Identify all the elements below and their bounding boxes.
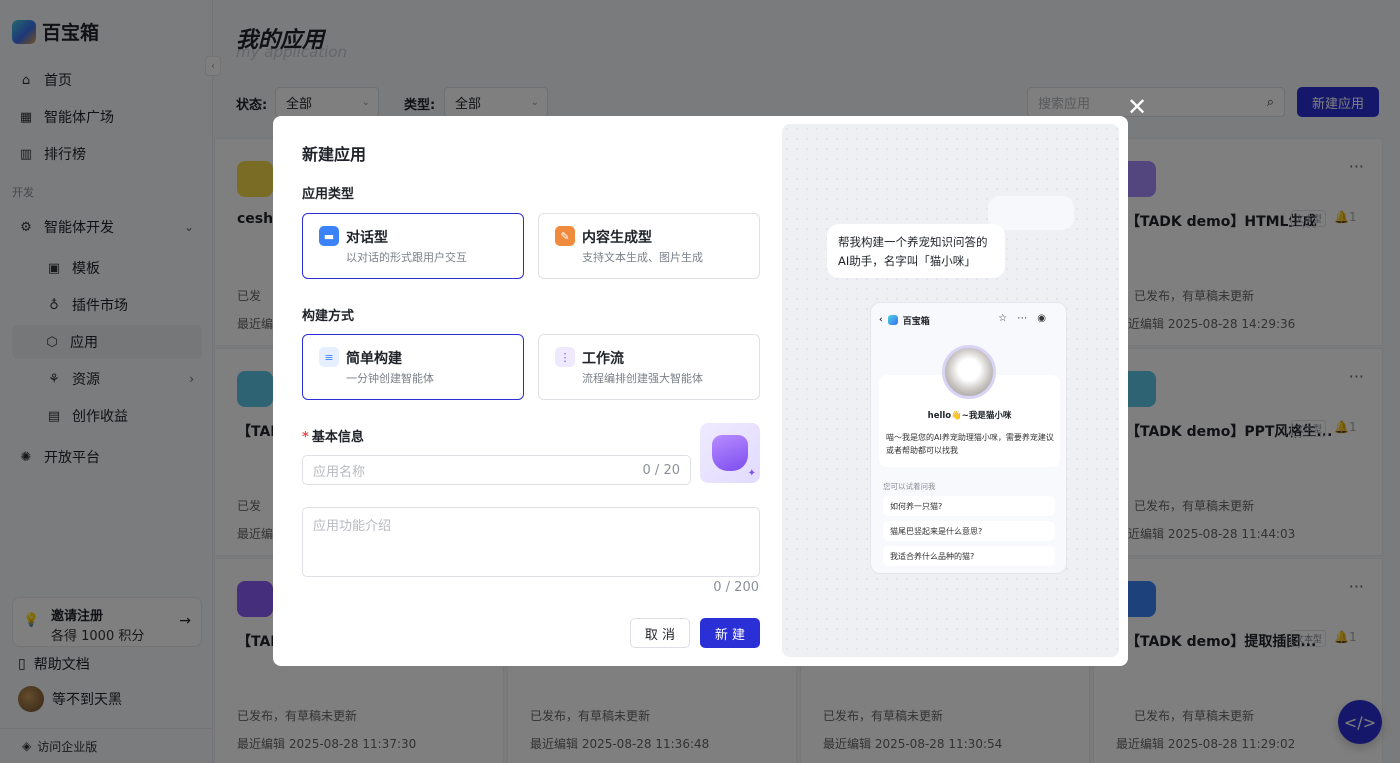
option-desc: 支持文本生成、图片生成 xyxy=(582,251,703,264)
phone-try-label: 您可以试着问我 xyxy=(883,482,936,491)
desc-char-count: 0 / 200 xyxy=(713,580,759,595)
create-button[interactable]: 新 建 xyxy=(700,618,760,648)
option-desc: 以对话的形式跟用户交互 xyxy=(346,251,467,264)
blank-bubble xyxy=(988,196,1074,230)
dialog-title: 新建应用 xyxy=(302,145,367,164)
phone-mockup: ‹ 百宝箱 ☆⋯◉ hello👋~我是猫小咪 喵～我是您的AI养宠助理猫小咪，需… xyxy=(870,302,1067,574)
preview-panel: 帮我构建一个养宠知识问答的AI助手，名字叫「猫小咪」 ‹ 百宝箱 ☆⋯◉ hel… xyxy=(782,124,1119,657)
desc-placeholder: 应用功能介绍 xyxy=(313,519,392,534)
prompt-bubble: 帮我构建一个养宠知识问答的AI助手，名字叫「猫小咪」 xyxy=(827,224,1005,278)
app-name-input[interactable]: 应用名称 0 / 20 xyxy=(302,455,691,485)
app-type-label: 应用类型 xyxy=(302,187,355,202)
close-icon[interactable]: ✕ xyxy=(1127,93,1147,121)
chat-icon: ▬ xyxy=(319,226,339,246)
suggested-question: 猫尾巴竖起来是什么意思? xyxy=(883,521,1055,541)
type-option-content[interactable]: ✎ 内容生成型 支持文本生成、图片生成 xyxy=(538,213,760,279)
sparkle-icon: ✦ xyxy=(747,468,756,479)
app-avatar-icon xyxy=(712,435,748,471)
phone-logo-icon xyxy=(887,315,898,325)
suggested-question: 如何养一只猫? xyxy=(883,496,1055,516)
type-option-chat[interactable]: ▬ 对话型 以对话的形式跟用户交互 xyxy=(302,213,524,279)
build-option-simple[interactable]: ≡ 简单构建 一分钟创建智能体 xyxy=(302,334,524,400)
option-title: 工作流 xyxy=(582,351,624,367)
name-char-count: 0 / 20 xyxy=(642,462,680,478)
back-icon: ‹ xyxy=(879,315,883,325)
name-placeholder: 应用名称 xyxy=(313,464,366,480)
basic-info-label: * 基本信息 xyxy=(302,430,364,445)
phone-actions-icon: ☆⋯◉ xyxy=(998,313,1056,324)
build-method-label: 构建方式 xyxy=(302,309,355,324)
workflow-icon: ⋮ xyxy=(555,347,575,367)
feather-icon: ✎ xyxy=(555,226,575,246)
build-option-workflow[interactable]: ⋮ 工作流 流程编排创建强大智能体 xyxy=(538,334,760,400)
phone-hello: hello👋~我是猫小咪 xyxy=(927,411,1012,421)
option-title: 对话型 xyxy=(346,230,388,246)
cat-avatar xyxy=(942,345,996,399)
cancel-button[interactable]: 取 消 xyxy=(630,618,690,648)
app-icon-picker[interactable]: ✦ xyxy=(700,423,760,483)
option-title: 内容生成型 xyxy=(582,230,652,246)
option-title: 简单构建 xyxy=(346,351,402,367)
phone-brand: 百宝箱 xyxy=(902,316,930,327)
suggested-question: 我适合养什么品种的猫? xyxy=(883,546,1055,566)
app-desc-textarea[interactable]: 应用功能介绍 xyxy=(302,507,760,577)
option-desc: 流程编排创建强大智能体 xyxy=(582,372,703,385)
phone-intro: 喵～我是您的AI养宠助理猫小咪，需要养宠建议或者帮助都可以找我 xyxy=(886,433,1054,455)
list-icon: ≡ xyxy=(319,347,339,367)
option-desc: 一分钟创建智能体 xyxy=(346,372,434,385)
new-app-dialog: 新建应用 应用类型 ▬ 对话型 以对话的形式跟用户交互 ✎ 内容生成型 支持文本… xyxy=(273,116,1128,666)
